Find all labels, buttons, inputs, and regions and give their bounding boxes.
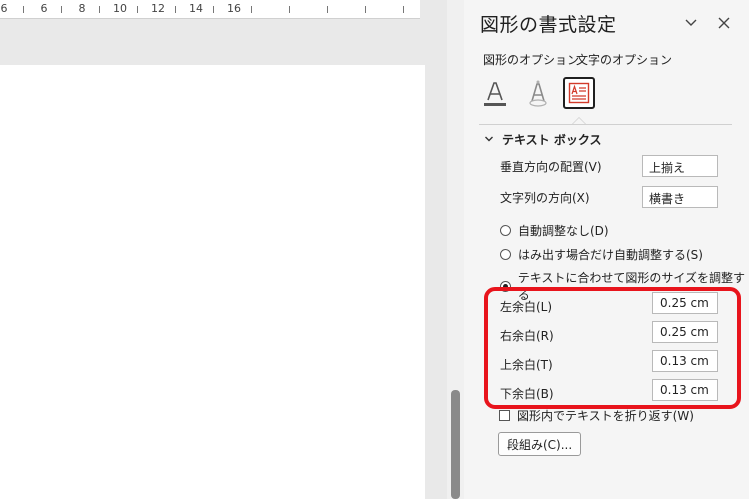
radio-button[interactable] <box>500 225 511 236</box>
section-title: テキスト ボックス <box>502 133 602 147</box>
format-shape-pane: 図形の書式設定 図形のオプション 文字のオプション テキスト ボックス 垂直方向… <box>464 0 749 499</box>
tab-indicator <box>572 117 586 124</box>
pane-scrollbar[interactable] <box>737 130 749 499</box>
chevron-down-icon[interactable] <box>680 12 702 34</box>
pane-title: 図形の書式設定 <box>480 14 617 36</box>
chevron-down-icon <box>484 133 494 147</box>
close-icon[interactable] <box>713 12 735 34</box>
pane-divider <box>479 124 732 125</box>
text-direction-label: 文字列の方向(X) <box>500 191 590 205</box>
top-margin-label: 上余白(T) <box>500 358 553 372</box>
ruler-tick <box>23 6 24 13</box>
textbox-section-header[interactable]: テキスト ボックス <box>484 131 601 148</box>
bottom-margin-label: 下余白(B) <box>500 387 554 401</box>
horizontal-ruler[interactable]: 6 8 10 12 14 16 6 <box>0 0 420 19</box>
document-page[interactable] <box>0 65 425 499</box>
radio-button-selected[interactable] <box>500 280 511 292</box>
ruler-tick <box>99 6 100 13</box>
right-margin-input[interactable]: 0.25 cm <box>652 321 718 343</box>
ruler-tick <box>61 6 62 13</box>
ruler-tick <box>137 6 138 13</box>
ruler-tick <box>251 6 252 13</box>
ruler-tick <box>213 6 214 13</box>
vertical-align-label: 垂直方向の配置(V) <box>500 160 602 174</box>
ruler-tick <box>403 6 404 13</box>
radio-shrink-on-overflow[interactable]: はみ出す場合だけ自動調整する(S) <box>500 246 703 263</box>
ruler-tick <box>175 6 176 13</box>
ruler-tick <box>327 6 328 13</box>
right-margin-label: 右余白(R) <box>500 329 554 343</box>
ruler-number: 8 <box>78 2 86 15</box>
bottom-margin-input[interactable]: 0.13 cm <box>652 379 718 401</box>
radio-label: はみ出す場合だけ自動調整する(S) <box>518 248 703 262</box>
radio-no-autofit[interactable]: 自動調整なし(D) <box>500 222 609 239</box>
tab-text-options[interactable]: 文字のオプション <box>576 51 672 68</box>
columns-button[interactable]: 段組み(C)... <box>498 432 582 456</box>
scrollbar-thumb[interactable] <box>451 390 460 499</box>
wrap-text-checkbox[interactable] <box>499 410 510 421</box>
top-margin-input[interactable]: 0.13 cm <box>652 350 718 372</box>
radio-label: 自動調整なし(D) <box>518 224 609 238</box>
text-direction-select[interactable]: 横書き <box>642 186 718 208</box>
left-margin-label: 左余白(L) <box>500 300 553 314</box>
ruler-number: 10 <box>113 2 127 15</box>
ruler-tick <box>289 6 290 13</box>
left-margin-input[interactable]: 0.25 cm <box>652 292 718 314</box>
tab-shape-options[interactable]: 図形のオプション <box>483 51 579 68</box>
wrap-text-option[interactable]: 図形内でテキストを折り返す(W) <box>499 407 694 424</box>
ruler-number: 6 <box>40 2 48 15</box>
text-effects-icon[interactable] <box>522 77 554 109</box>
ruler-number: 14 <box>189 2 203 15</box>
vertical-align-select[interactable]: 上揃え <box>642 155 718 177</box>
textbox-layout-icon[interactable] <box>563 77 595 109</box>
ruler-number: 6 <box>0 2 8 15</box>
ruler-tick <box>365 6 366 13</box>
text-fill-outline-icon[interactable] <box>479 77 511 109</box>
document-area: 6 8 10 12 14 16 6 <box>0 0 447 499</box>
ruler-number: 12 <box>151 2 165 15</box>
ruler-number: 16 <box>227 2 241 15</box>
radio-button[interactable] <box>500 249 511 260</box>
document-scrollbar[interactable] <box>447 0 464 499</box>
wrap-text-label: 図形内でテキストを折り返す(W) <box>517 409 694 423</box>
